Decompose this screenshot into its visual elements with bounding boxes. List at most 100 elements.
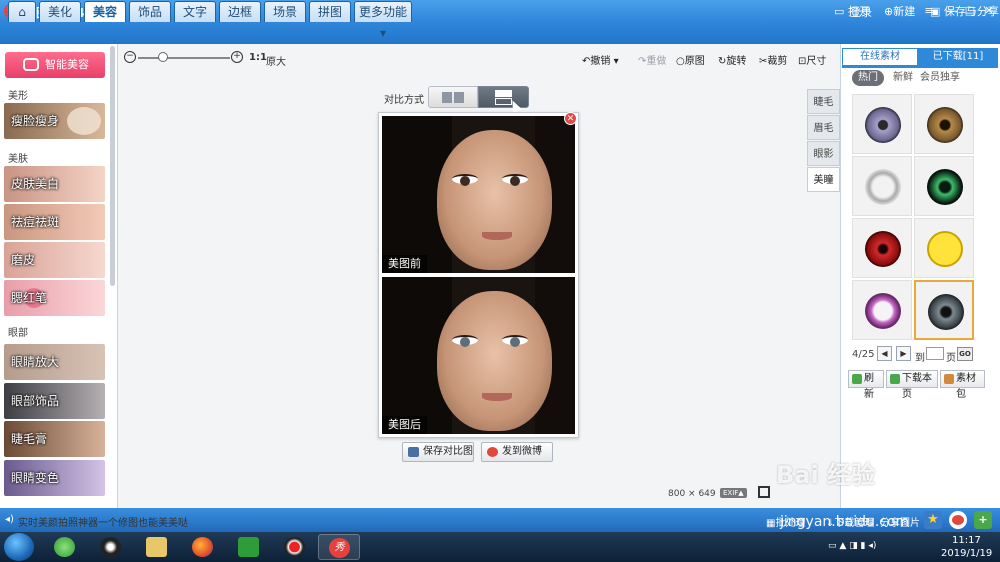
crop-button[interactable]: ✂裁剪	[759, 52, 787, 67]
feature-smooth-skin[interactable]: 磨皮	[4, 242, 105, 278]
tab-text[interactable]: 文字	[174, 1, 216, 22]
page-indicator: 4/25	[852, 349, 875, 360]
system-tray-icons[interactable]: ▭ ▲ ◨ ▮ ◂)	[828, 541, 938, 555]
circle-icon: ○	[676, 56, 685, 67]
taskbar-app-360[interactable]	[44, 534, 86, 560]
taskbar-app-recorder[interactable]	[274, 534, 316, 560]
rotate-button[interactable]: ↻旋转	[718, 52, 746, 67]
lens-pink-ring-icon	[865, 293, 901, 329]
taskbar-app-explorer[interactable]	[136, 534, 178, 560]
lens-item[interactable]	[914, 218, 974, 278]
download-page-button[interactable]: 下载本页	[886, 370, 938, 400]
weibo-share-icon[interactable]	[949, 511, 967, 529]
plus-icon: ⊕	[884, 5, 894, 18]
tab-home[interactable]: ⌂	[8, 1, 36, 22]
vtab-eyebrow[interactable]: 眉毛	[807, 115, 840, 140]
feature-eye-enlarge[interactable]: 眼睛放大	[4, 344, 105, 380]
prev-page-button[interactable]: ◀	[877, 346, 892, 361]
material-pack-button[interactable]: 素材包	[940, 370, 985, 400]
compare-side-by-side-button[interactable]	[428, 86, 478, 108]
lens-red-sharingan-icon	[865, 231, 901, 267]
tab-scenes[interactable]: 场景	[264, 1, 306, 22]
feature-eye-accessories[interactable]: 眼部饰品	[4, 383, 105, 419]
photo-before-caption: 美图前	[382, 255, 427, 273]
save-share-button[interactable]: ▣ 保存与分享	[930, 3, 999, 19]
tab-downloaded-materials[interactable]: 已下载[11]	[918, 48, 998, 66]
smart-beauty-button[interactable]: 智能美容	[5, 52, 105, 78]
lens-item[interactable]	[852, 218, 912, 278]
lens-brown-icon	[927, 107, 963, 143]
refresh-button[interactable]: 刷新	[848, 370, 884, 400]
undo-button[interactable]: ↶撤销 ▾	[582, 52, 619, 67]
star-icon[interactable]: ★	[924, 511, 942, 529]
taskbar-app-meitu[interactable]: 秀	[318, 534, 360, 560]
close-compare-icon[interactable]: ✕	[564, 112, 577, 125]
left-panel-scrollbar[interactable]	[110, 46, 115, 286]
feature-acne-removal[interactable]: 祛痘祛斑	[4, 204, 105, 240]
folder-icon: ▭	[834, 5, 845, 18]
chip-new[interactable]: 新鲜	[887, 70, 919, 86]
feature-mascara[interactable]: 睫毛膏	[4, 421, 105, 457]
exif-button[interactable]: EXIF▲	[720, 488, 747, 498]
start-button[interactable]	[4, 533, 34, 561]
tab-frames[interactable]: 边框	[219, 1, 261, 22]
zoom-ratio-button[interactable]: 1:1	[249, 52, 267, 63]
tab-beauty[interactable]: 美容	[84, 1, 126, 22]
clock-date[interactable]: 2019/1/19	[941, 548, 992, 559]
feature-skin-whitening[interactable]: 皮肤美白	[4, 166, 105, 202]
lens-gray-ring-icon	[865, 169, 901, 205]
feature-blush-pen[interactable]: 腮红笔	[4, 280, 105, 316]
taskbar-app-firefox[interactable]	[182, 534, 224, 560]
refresh-icon	[852, 374, 862, 384]
vtab-eyelash[interactable]: 睫毛	[807, 89, 840, 114]
tab-online-materials[interactable]: 在线素材	[842, 48, 918, 66]
next-page-button[interactable]: ▶	[896, 346, 911, 361]
tab-collage[interactable]: 拼图	[309, 1, 351, 22]
chip-members[interactable]: 会员独享	[920, 70, 960, 86]
original-image-button[interactable]: ○原图	[676, 52, 705, 67]
side-by-side-icon	[442, 92, 452, 103]
page-unit-label: 页	[946, 353, 956, 364]
status-message[interactable]: 实时美颜拍照神器一个修图也能美美哒	[18, 514, 188, 529]
feature-eye-color[interactable]: 眼睛变色	[4, 460, 105, 496]
lens-smiley-icon	[927, 231, 963, 267]
lens-item[interactable]	[852, 156, 912, 216]
lens-item-selected[interactable]	[914, 280, 974, 340]
original-size-button[interactable]: 原大	[266, 53, 286, 68]
send-weibo-button[interactable]: 发到微博	[481, 442, 553, 462]
go-button[interactable]: GO	[957, 347, 973, 361]
lens-item[interactable]	[914, 94, 974, 154]
taskbar-app-player[interactable]	[228, 534, 270, 560]
vtab-eyeshadow[interactable]: 眼影	[807, 141, 840, 166]
open-button[interactable]: ▭ 打开	[834, 3, 870, 19]
record-icon	[284, 537, 305, 557]
zoom-slider-handle[interactable]	[158, 52, 168, 62]
clock-time[interactable]: 11:17	[952, 535, 981, 546]
save-compare-button[interactable]: 保存对比图	[402, 442, 474, 462]
tab-more[interactable]: 更多功能 ▾	[354, 1, 412, 40]
vtab-contact-lens[interactable]: 美瞳	[807, 167, 840, 192]
add-icon[interactable]: +	[974, 511, 992, 529]
resize-button[interactable]: ⊡尺寸	[798, 52, 826, 67]
zoom-out-icon[interactable]: −	[124, 51, 136, 63]
lens-item[interactable]	[852, 94, 912, 154]
lens-item[interactable]	[914, 156, 974, 216]
new-button[interactable]: ⊕新建	[884, 3, 915, 19]
chip-hot[interactable]: 热门	[852, 70, 884, 86]
media-player-icon	[238, 537, 259, 557]
speaker-icon: ◂)	[5, 514, 14, 525]
camera-icon	[23, 58, 39, 71]
page-number-input[interactable]	[926, 347, 944, 360]
redo-button[interactable]: ↷重做	[638, 52, 666, 67]
photo-after: 美图后	[382, 277, 575, 434]
compare-top-bottom-button[interactable]	[478, 86, 529, 108]
zoom-in-icon[interactable]: +	[231, 51, 243, 63]
tab-accessories[interactable]: 饰品	[129, 1, 171, 22]
zoom-slider[interactable]	[138, 57, 230, 59]
feature-slim-face[interactable]: 瘦脸瘦身	[4, 103, 105, 139]
taskbar-app-qq[interactable]	[90, 534, 132, 560]
tab-beautify[interactable]: 美化	[39, 1, 81, 22]
lens-item[interactable]	[852, 280, 912, 340]
meitu-icon: 秀	[329, 538, 350, 558]
fit-window-icon[interactable]	[758, 486, 770, 498]
